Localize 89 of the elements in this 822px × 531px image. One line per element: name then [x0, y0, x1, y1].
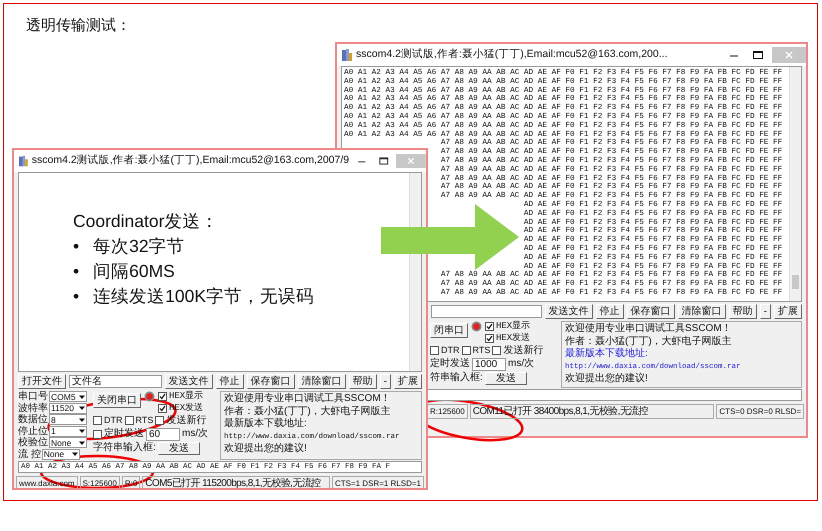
setting-label: 波特率	[18, 402, 48, 414]
bullet-text: 连续发送100K字节，无误码	[93, 285, 314, 308]
toolbar-button[interactable]: 帮助	[728, 304, 757, 319]
option-label: 发送新行	[166, 415, 206, 426]
close-port-button[interactable]: 关闭串口	[93, 393, 141, 408]
option-label: RTS	[136, 415, 154, 426]
toolbar-button[interactable]: -	[760, 304, 771, 319]
window-title: sscom4.2测试版,作者:聂小猛(丁丁),Email:mcu52@163.com,200...	[356, 47, 668, 62]
option-label: HEX发送	[496, 332, 530, 344]
led-icon	[144, 391, 155, 402]
toolbar-button[interactable]: 发送文件	[544, 304, 593, 319]
dropdown[interactable]: None	[49, 437, 87, 448]
checkbox[interactable]	[93, 430, 102, 438]
send-button[interactable]: 发送	[158, 442, 200, 454]
checkbox[interactable]	[93, 416, 102, 426]
status-field: COM5已打开 115200bps,8,1,无校验,无流控	[142, 476, 330, 488]
bullet-text: 间隔60MS	[93, 260, 175, 283]
setting-label: 串口号	[18, 391, 48, 402]
unit-label: ms/次	[182, 428, 208, 440]
interval-field[interactable]: 60	[146, 428, 180, 440]
checkbox[interactable]	[485, 322, 494, 332]
status-field: CTS=1 DSR=1 RLSD=1	[332, 476, 424, 488]
checkbox[interactable]	[155, 416, 164, 426]
checkbox[interactable]	[158, 392, 167, 402]
checkbox[interactable]	[124, 416, 134, 426]
info-text: 欢迎使用专业串口调试工具SSCOM！	[224, 393, 392, 406]
toolbar-button[interactable]: 保存窗口	[246, 374, 295, 389]
slide-title: 透明传输测试：	[26, 15, 131, 36]
setting-label: 流 控	[18, 448, 41, 460]
bullet-text: 每次32字节	[93, 235, 185, 258]
info-text: 最新版本下载地址:	[224, 418, 308, 430]
option-label: HEX显示	[169, 391, 204, 402]
checkbox[interactable]	[492, 346, 502, 356]
link-text[interactable]: 最新版本下载地址:	[565, 348, 798, 360]
option-label: HEX显示	[496, 321, 530, 332]
dropdown[interactable]: 1	[49, 426, 87, 437]
file-name-field[interactable]: 文件名	[69, 375, 162, 388]
bullet-mark: •	[73, 260, 80, 283]
info-text: 欢迎使用专业串口调试工具SSCOM！	[565, 323, 733, 336]
checkbox[interactable]	[430, 346, 439, 356]
toolbar-button[interactable]: 清除窗口	[678, 304, 726, 319]
app-icon	[342, 49, 352, 61]
info-text: 作者：聂小猛(丁丁)，大虾电子网版主	[224, 406, 392, 418]
option-label: RTS	[472, 345, 490, 356]
send-button[interactable]: 发送	[484, 372, 527, 384]
led-icon	[471, 321, 482, 332]
open-file-button[interactable]: 打开文件	[18, 374, 66, 389]
info-text: 欢迎提出您的建议!	[224, 443, 308, 456]
window-title: sscom4.2测试版,作者:聂小猛(丁丁),Email:mcu52@163.com,2007/9	[32, 153, 350, 168]
bullet-mark: •	[73, 285, 80, 308]
send-input-field[interactable]	[427, 388, 802, 400]
timed-send-label: 定时发送	[430, 358, 470, 370]
status-field: S:125600	[80, 476, 120, 488]
toolbar-button[interactable]: 保存窗口	[626, 304, 675, 319]
setting-label: 数据位	[18, 414, 48, 426]
toolbar-button[interactable]: 清除窗口	[298, 374, 346, 389]
status-field: R:0	[122, 476, 140, 488]
app-icon	[19, 155, 28, 167]
toolbar-button[interactable]: 停止	[216, 374, 244, 389]
dropdown[interactable]: 8	[49, 414, 87, 426]
checkbox[interactable]	[462, 346, 470, 356]
toolbar-button[interactable]: 扩展	[394, 374, 422, 389]
input-label: 字符串输入框:	[93, 442, 156, 454]
bullet-mark: •	[73, 235, 80, 258]
input-label: 符串输入框:	[430, 372, 483, 384]
setting-label: 停止位	[18, 426, 48, 436]
info-text: 作者：聂小猛(丁丁)，大虾电子网版主	[565, 336, 733, 348]
interval-field[interactable]: 1000	[472, 358, 506, 370]
setting-label: 校验位	[18, 437, 48, 448]
slide-heading: Coordinator发送：	[73, 210, 220, 233]
checkbox[interactable]	[485, 334, 494, 343]
dropdown[interactable]: None	[42, 448, 80, 460]
file-name-field[interactable]	[431, 305, 542, 318]
info-text: 欢迎提出您的建议!	[565, 373, 649, 386]
toolbar-button[interactable]: 帮助	[348, 374, 377, 389]
checkbox[interactable]	[158, 404, 167, 413]
scrollbar[interactable]	[789, 67, 801, 301]
unit-label: ms/次	[508, 358, 534, 370]
status-field: CTS=0 DSR=0 RLSD=	[716, 404, 804, 418]
toolbar-button[interactable]: 扩展	[774, 304, 802, 319]
toolbar-button[interactable]: 发送文件	[164, 374, 213, 389]
toolbar-button[interactable]: -	[380, 374, 391, 389]
toolbar-button[interactable]: 停止	[596, 304, 624, 319]
dropdown[interactable]: COM5	[49, 391, 87, 402]
option-label: DTR	[104, 415, 122, 426]
option-label: 发送新行	[503, 345, 544, 356]
dropdown[interactable]: 11520	[49, 402, 87, 414]
close-port-button[interactable]: 闭串口	[430, 323, 468, 338]
option-label: DTR	[441, 345, 460, 356]
